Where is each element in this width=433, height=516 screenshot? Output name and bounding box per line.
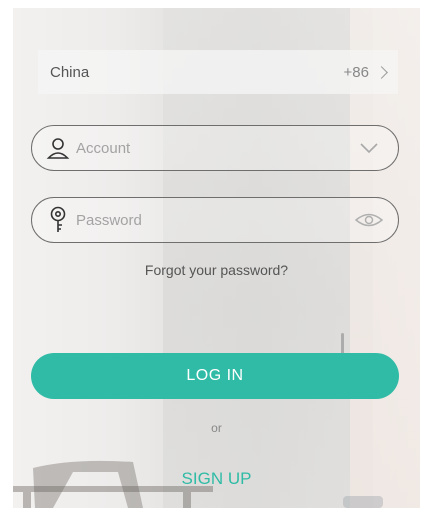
country-selector[interactable]: China +86 (38, 50, 398, 94)
password-input[interactable] (76, 211, 354, 229)
signup-link[interactable]: SIGN UP (0, 469, 433, 489)
login-button[interactable]: LOG IN (31, 353, 399, 399)
chevron-down-icon[interactable] (354, 137, 384, 159)
chevron-right-icon (375, 65, 388, 79)
eye-icon[interactable] (354, 209, 384, 231)
account-field (31, 125, 399, 171)
user-icon (44, 134, 72, 162)
or-divider-text: or (211, 421, 222, 435)
password-field (31, 197, 399, 243)
country-name: China (50, 63, 90, 81)
forgot-password-link[interactable]: Forgot your password? (0, 262, 433, 278)
key-icon (44, 206, 72, 234)
country-code-group: +86 (343, 63, 388, 81)
country-code: +86 (343, 63, 369, 81)
account-input[interactable] (76, 139, 354, 157)
